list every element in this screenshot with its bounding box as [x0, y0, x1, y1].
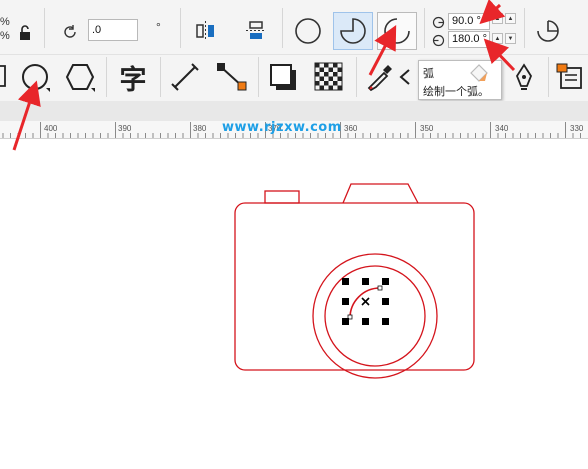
annotation-arrows	[12, 0, 516, 151]
arrow-to-arc-mode	[368, 25, 397, 76]
arrow-to-ellipse-tool	[12, 80, 41, 151]
arrow-to-start-angle	[479, 0, 506, 25]
arrow-to-end-angle	[483, 38, 516, 72]
